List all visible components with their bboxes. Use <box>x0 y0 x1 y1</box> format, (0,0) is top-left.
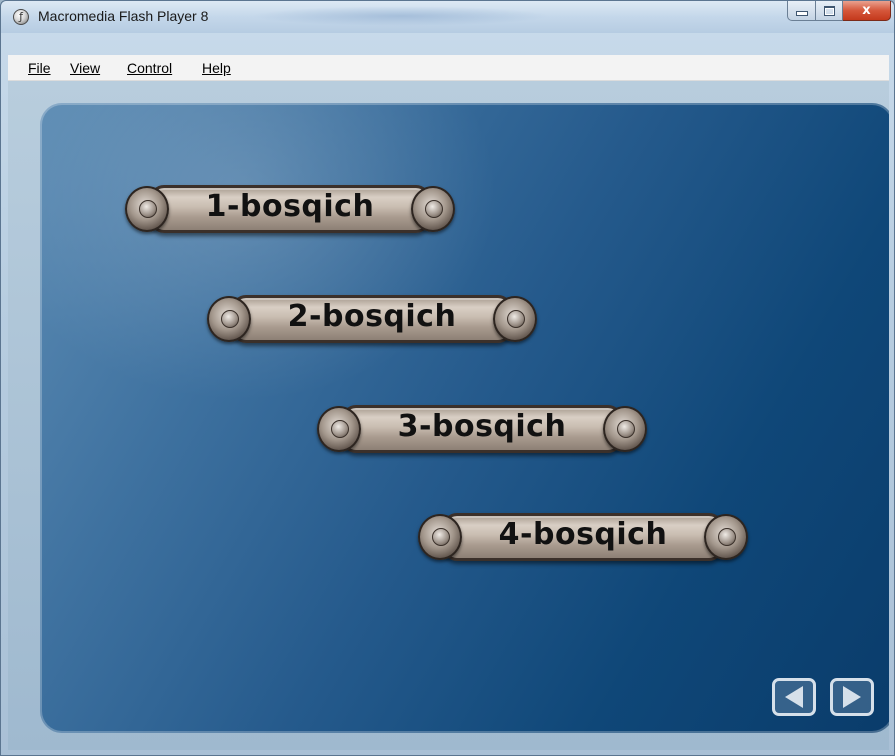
menu-help-label: Help <box>202 60 231 76</box>
minimize-icon <box>795 11 808 16</box>
title-bar[interactable]: ƒ Macromedia Flash Player 8 x <box>1 1 894 33</box>
right-arrow-icon <box>843 686 861 708</box>
title-bar-glow <box>251 6 551 26</box>
stage-button-label: 1-bosqich <box>205 189 375 224</box>
flash-player-icon[interactable]: ƒ <box>13 9 29 25</box>
minimize-button[interactable] <box>787 1 816 21</box>
menu-control[interactable]: Control <box>127 60 172 76</box>
menu-view[interactable]: View <box>70 60 100 76</box>
flash-player-window: ƒ Macromedia Flash Player 8 x File View … <box>0 0 895 756</box>
stage-button-3[interactable]: 3-bosqich <box>312 400 652 460</box>
menu-control-label: Control <box>127 60 173 76</box>
menu-file-label: File <box>28 60 51 76</box>
close-icon: x <box>862 3 871 18</box>
caption-buttons: x <box>787 1 891 21</box>
stage-button-1[interactable]: 1-bosqich <box>120 180 460 240</box>
flash-stage[interactable]: 1-bosqich 2-bosqich 3-bosqich 4-bosqich <box>40 103 889 733</box>
window-title: Macromedia Flash Player 8 <box>38 8 209 24</box>
next-button[interactable] <box>830 678 874 716</box>
maximize-icon <box>823 5 835 16</box>
stage-button-label: 2-bosqich <box>287 299 457 334</box>
maximize-button[interactable] <box>816 1 843 21</box>
client-area: 1-bosqich 2-bosqich 3-bosqich 4-bosqich <box>8 81 889 750</box>
stage-button-2[interactable]: 2-bosqich <box>202 290 542 350</box>
left-arrow-icon <box>785 686 803 708</box>
close-button[interactable]: x <box>843 1 891 21</box>
menu-help[interactable]: Help <box>202 60 231 76</box>
menu-view-label: View <box>70 60 101 76</box>
stage-button-label: 4-bosqich <box>498 517 668 552</box>
stage-highlight <box>40 103 500 403</box>
menu-file[interactable]: File <box>28 60 51 76</box>
stage-button-label: 3-bosqich <box>397 409 567 444</box>
stage-button-4[interactable]: 4-bosqich <box>413 508 753 568</box>
previous-button[interactable] <box>772 678 816 716</box>
